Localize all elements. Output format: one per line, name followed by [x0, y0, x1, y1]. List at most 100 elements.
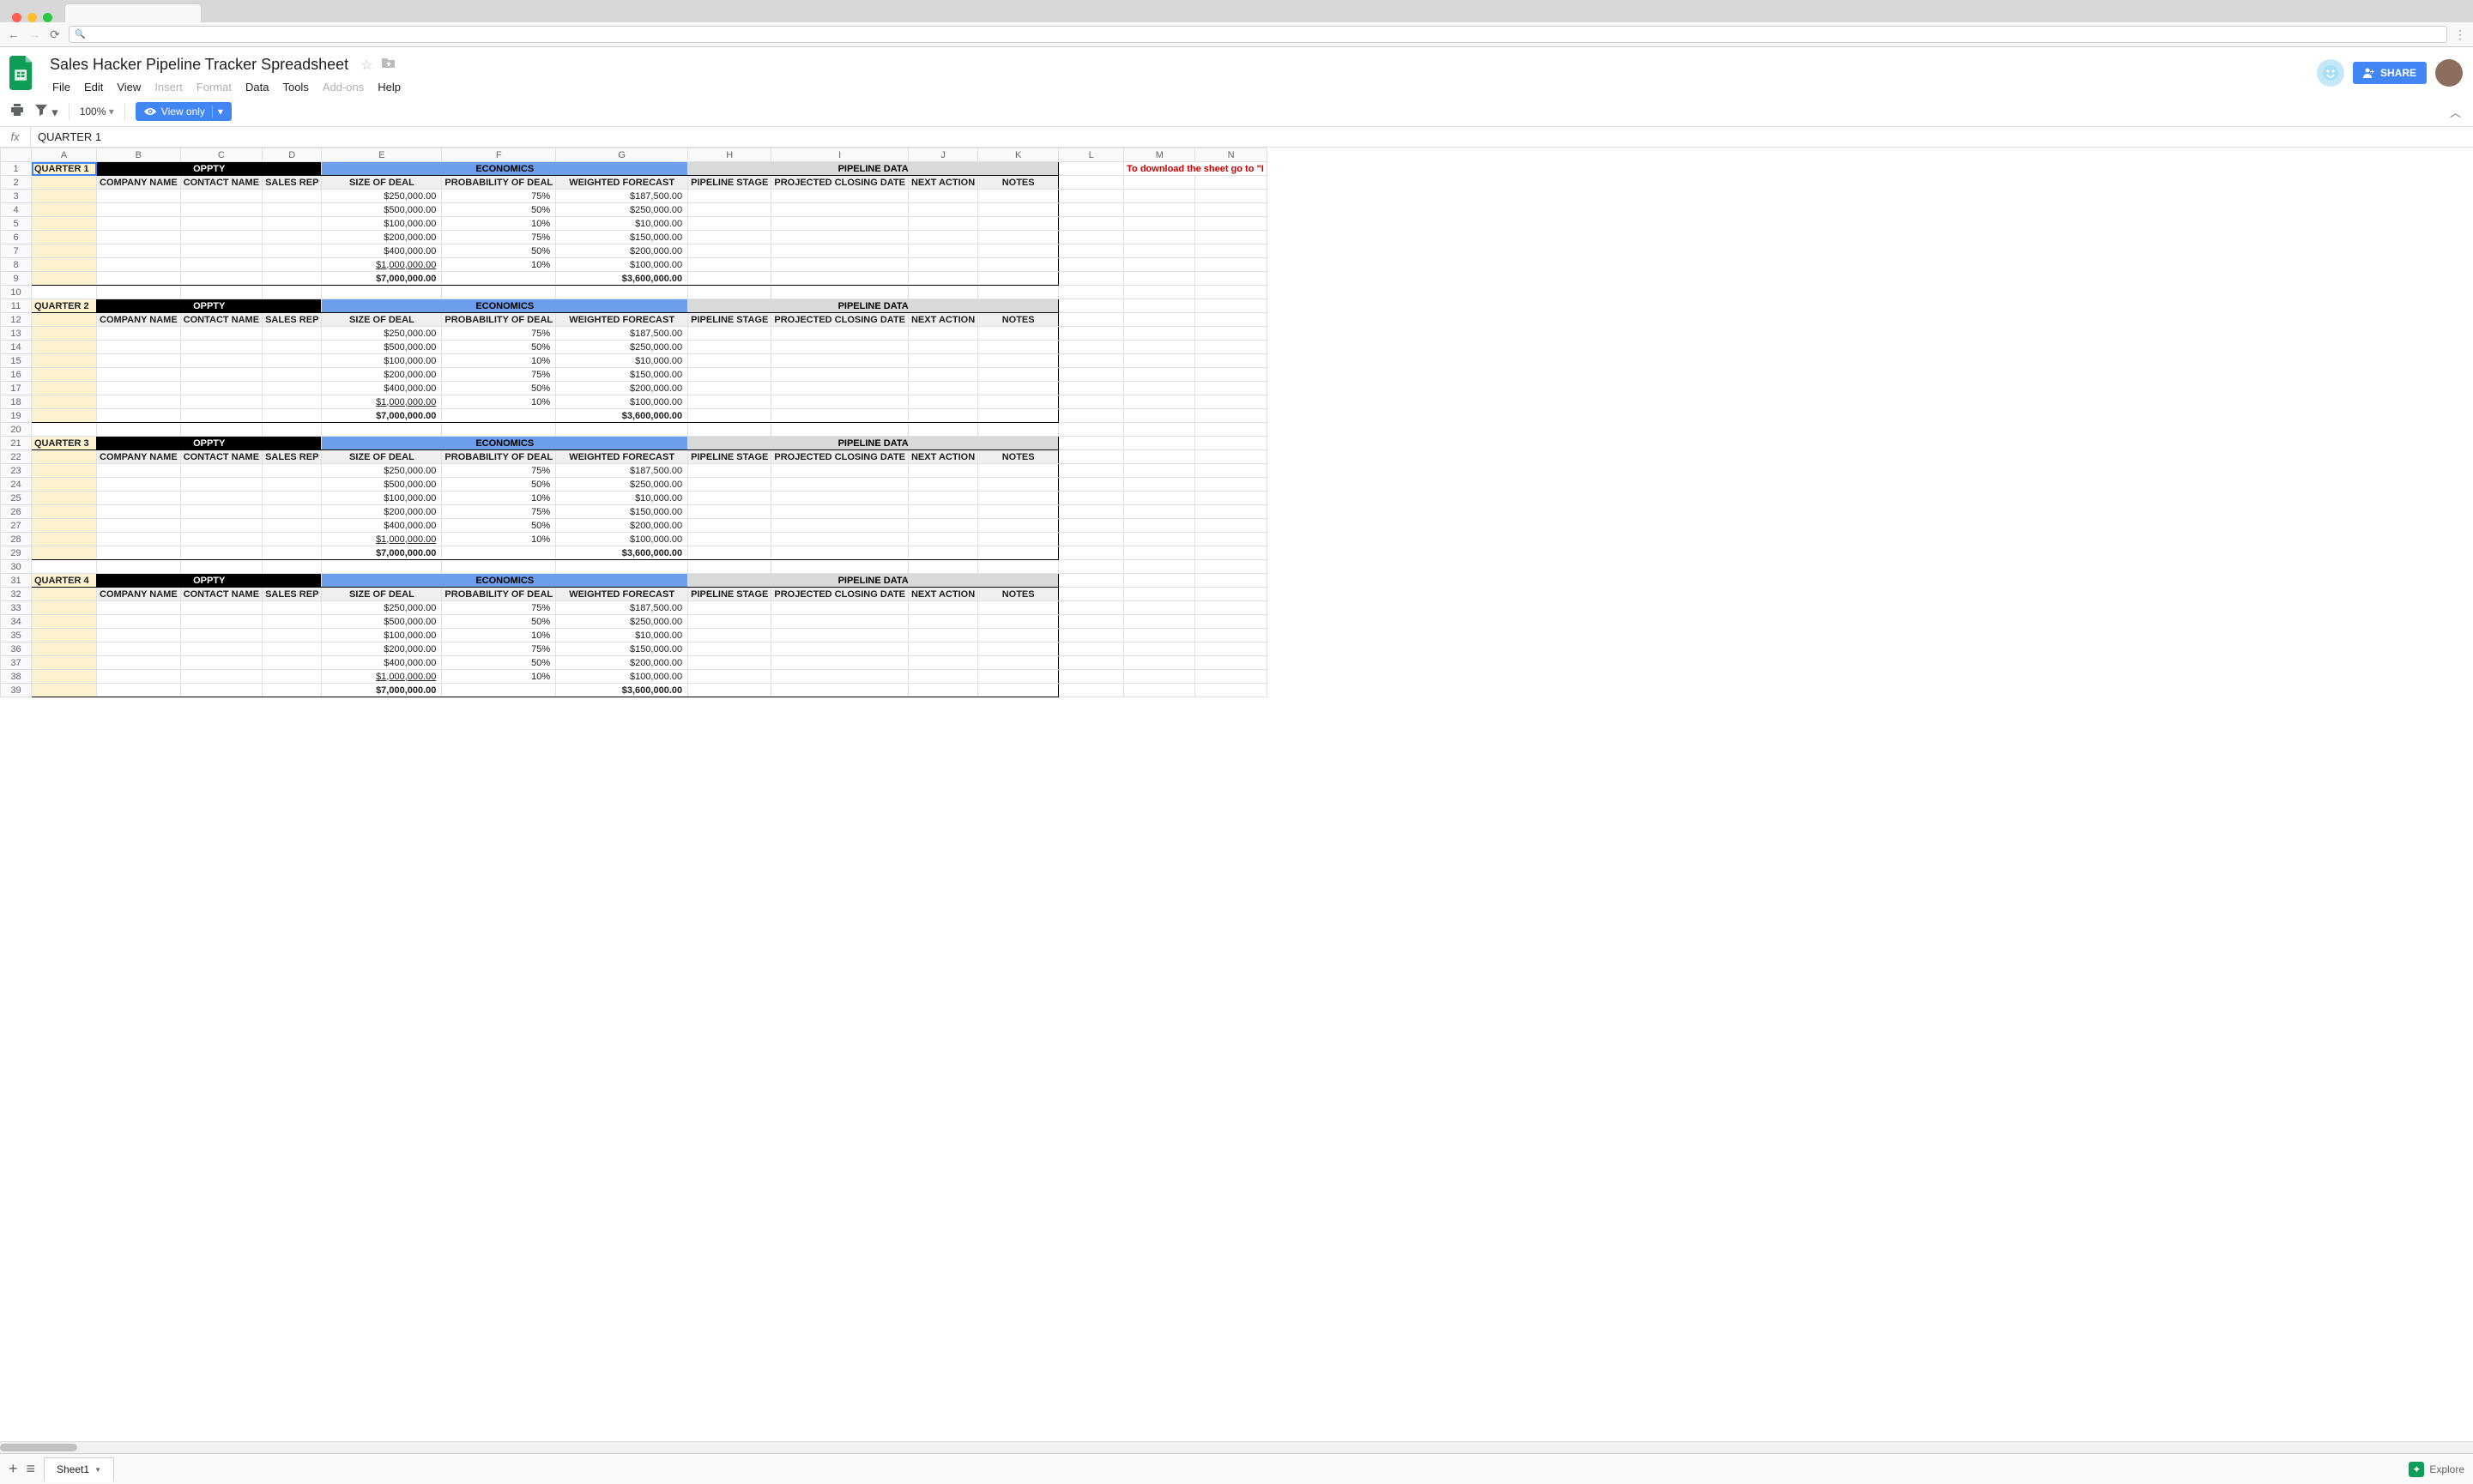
cell[interactable] [32, 519, 97, 533]
cell[interactable]: $10,000.00 [556, 354, 688, 368]
cell[interactable]: OPPTY [97, 437, 322, 450]
cell[interactable]: $150,000.00 [556, 368, 688, 382]
cell[interactable]: $500,000.00 [322, 478, 442, 492]
cell[interactable] [688, 382, 771, 395]
cell[interactable] [771, 478, 909, 492]
cell[interactable] [32, 533, 97, 546]
cell[interactable] [97, 478, 181, 492]
cell[interactable] [1124, 437, 1195, 450]
cell[interactable]: QUARTER 4 [32, 574, 97, 588]
cell[interactable] [908, 272, 977, 286]
cell[interactable] [442, 423, 556, 437]
cell[interactable] [32, 478, 97, 492]
cell[interactable] [180, 231, 262, 244]
sheet-tab[interactable]: Sheet1 ▼ [44, 1457, 114, 1482]
cell[interactable]: $250,000.00 [322, 327, 442, 341]
cell[interactable] [322, 560, 442, 574]
cell[interactable] [1195, 423, 1267, 437]
collapse-toolbar-icon[interactable]: ︿ [2450, 104, 2461, 120]
cell[interactable]: $250,000.00 [556, 341, 688, 354]
cell[interactable]: 50% [442, 203, 556, 217]
cell[interactable] [1059, 272, 1124, 286]
cell[interactable] [32, 244, 97, 258]
cell[interactable] [263, 395, 322, 409]
cell[interactable] [908, 546, 977, 560]
cell[interactable]: SIZE OF DEAL [322, 588, 442, 601]
row-header-19[interactable]: 19 [1, 409, 32, 423]
cell[interactable] [908, 231, 977, 244]
cell[interactable] [978, 272, 1059, 286]
cell[interactable] [180, 684, 262, 697]
cell[interactable] [263, 519, 322, 533]
cell[interactable] [688, 464, 771, 478]
cell[interactable] [180, 423, 262, 437]
cell[interactable] [180, 533, 262, 546]
cell[interactable] [97, 546, 181, 560]
cell[interactable]: PIPELINE DATA [688, 574, 1059, 588]
cell[interactable]: 75% [442, 368, 556, 382]
cell[interactable] [771, 244, 909, 258]
cell[interactable] [771, 546, 909, 560]
cell[interactable]: 10% [442, 354, 556, 368]
cell[interactable] [978, 629, 1059, 642]
cell[interactable] [1059, 464, 1124, 478]
cell[interactable]: WEIGHTED FORECAST [556, 588, 688, 601]
cell[interactable]: $500,000.00 [322, 341, 442, 354]
cell[interactable] [1195, 574, 1267, 588]
cell[interactable] [1059, 519, 1124, 533]
cell[interactable] [32, 217, 97, 231]
cell[interactable] [978, 354, 1059, 368]
cell[interactable] [1059, 395, 1124, 409]
cell[interactable]: $500,000.00 [322, 203, 442, 217]
cell[interactable] [263, 217, 322, 231]
cell[interactable] [97, 382, 181, 395]
cell[interactable] [32, 341, 97, 354]
cell[interactable]: $7,000,000.00 [322, 546, 442, 560]
move-folder-icon[interactable] [382, 57, 396, 73]
cell[interactable] [771, 409, 909, 423]
cell[interactable]: 75% [442, 505, 556, 519]
cell[interactable]: $500,000.00 [322, 615, 442, 629]
star-icon[interactable]: ☆ [360, 57, 372, 74]
menu-help[interactable]: Help [372, 77, 407, 97]
row-header-18[interactable]: 18 [1, 395, 32, 409]
cell[interactable]: $250,000.00 [322, 190, 442, 203]
cell[interactable]: 50% [442, 382, 556, 395]
cell[interactable] [32, 272, 97, 286]
cell[interactable]: 75% [442, 464, 556, 478]
cell[interactable] [1195, 354, 1267, 368]
cell[interactable] [1124, 464, 1195, 478]
cell[interactable] [32, 656, 97, 670]
cell[interactable]: $187,500.00 [556, 601, 688, 615]
cell[interactable] [263, 423, 322, 437]
cell[interactable]: $400,000.00 [322, 656, 442, 670]
cell[interactable] [32, 505, 97, 519]
cell[interactable] [1124, 601, 1195, 615]
cell[interactable]: PIPELINE DATA [688, 162, 1059, 176]
cell[interactable] [180, 519, 262, 533]
cell[interactable] [32, 601, 97, 615]
cell[interactable] [442, 546, 556, 560]
cell[interactable] [688, 505, 771, 519]
cell[interactable] [263, 464, 322, 478]
cell[interactable] [32, 588, 97, 601]
menu-file[interactable]: File [46, 77, 76, 97]
cell[interactable] [1059, 217, 1124, 231]
cell[interactable] [1195, 231, 1267, 244]
column-header-K[interactable]: K [978, 148, 1059, 162]
print-icon[interactable] [10, 103, 24, 120]
column-header-I[interactable]: I [771, 148, 909, 162]
cell[interactable] [180, 286, 262, 299]
cell[interactable] [97, 231, 181, 244]
cell[interactable] [908, 258, 977, 272]
cell[interactable] [1059, 478, 1124, 492]
cell[interactable] [442, 684, 556, 697]
cell[interactable] [32, 382, 97, 395]
cell[interactable] [908, 382, 977, 395]
cell[interactable] [97, 203, 181, 217]
cell[interactable] [32, 642, 97, 656]
cell[interactable] [32, 327, 97, 341]
cell[interactable] [97, 244, 181, 258]
cell[interactable] [1059, 176, 1124, 190]
cell[interactable]: PIPELINE STAGE [688, 313, 771, 327]
